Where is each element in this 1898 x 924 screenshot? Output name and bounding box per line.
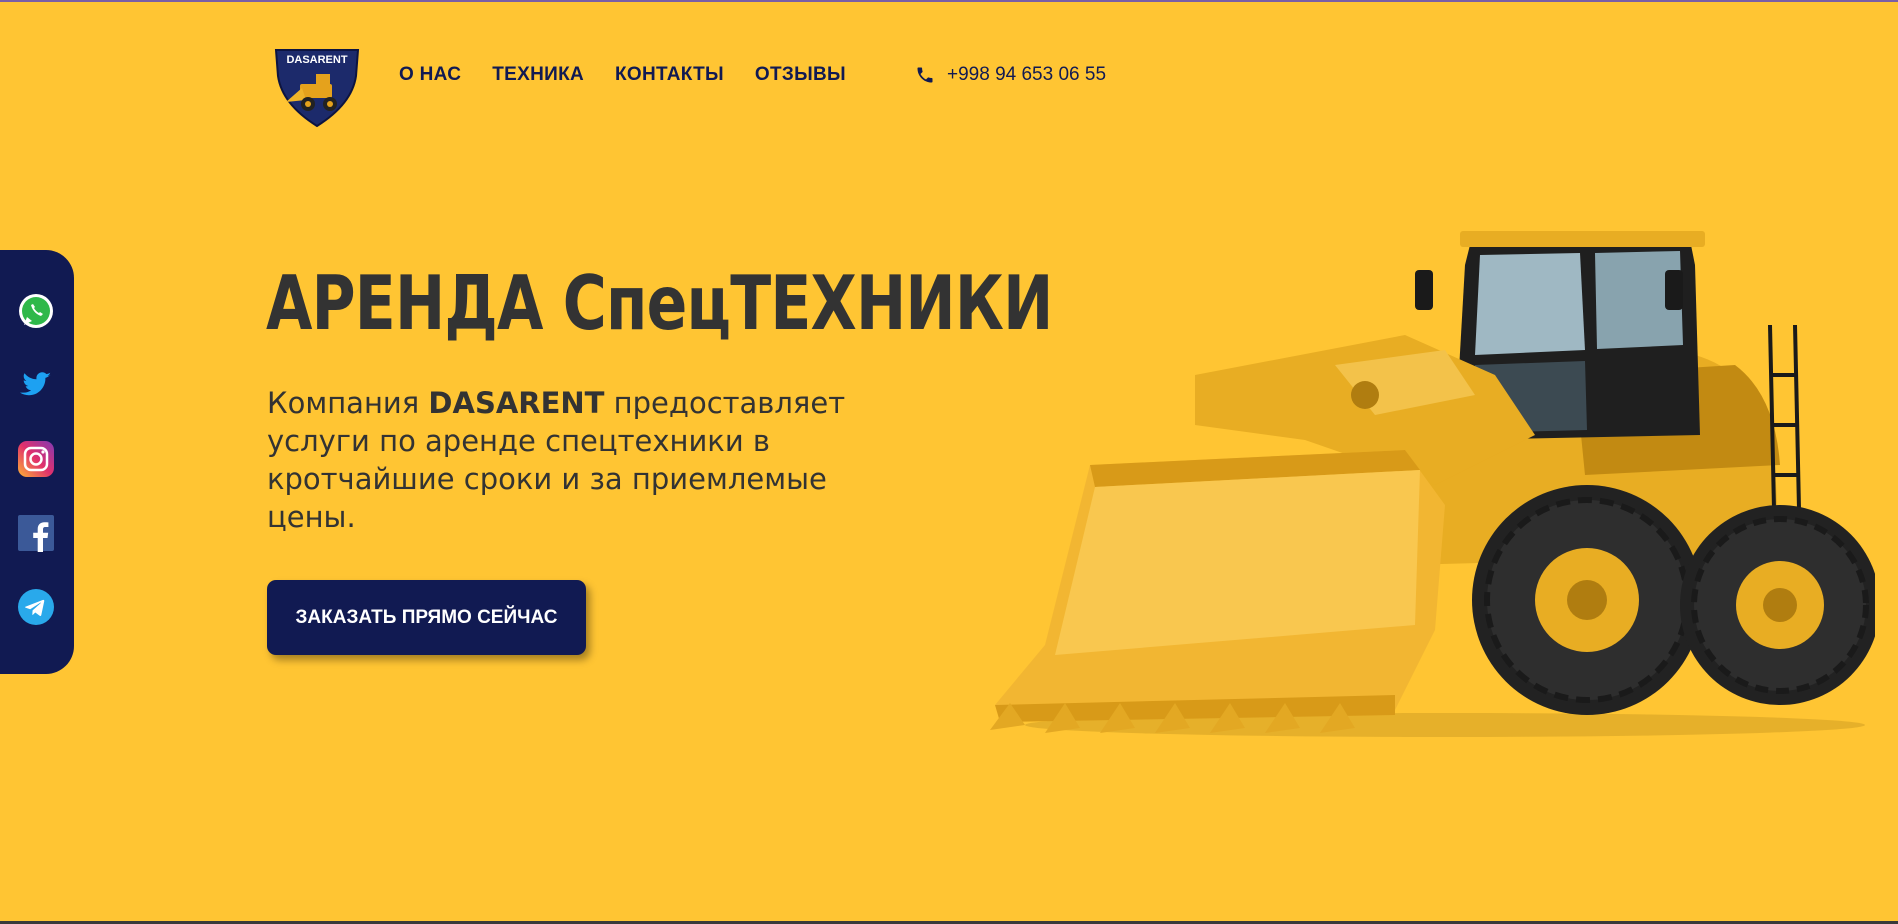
hero-text-brand: DASARENT [428, 386, 605, 420]
phone-number: +998 94 653 06 55 [947, 64, 1107, 85]
twitter-icon[interactable] [17, 366, 55, 404]
nav-reviews-link[interactable]: ОТЗЫВЫ [755, 64, 846, 86]
telegram-icon[interactable] [17, 588, 55, 626]
main-nav: О НАС ТЕХНИКА КОНТАКТЫ ОТЗЫВЫ [399, 64, 846, 86]
wheel-loader-image [990, 231, 1875, 737]
order-now-button[interactable]: ЗАКАЗАТЬ ПРЯМО СЕЙЧАС [267, 580, 586, 655]
facebook-icon[interactable] [17, 514, 55, 552]
nav-contacts-link[interactable]: КОНТАКТЫ [615, 64, 724, 86]
rear-wheel [1680, 505, 1875, 705]
hero-title: АРЕНДА СпецТЕХНИКИ [266, 259, 1053, 347]
dasarent-logo[interactable]: DASARENT [272, 46, 362, 128]
logo-text: DASARENT [286, 54, 347, 66]
instagram-icon[interactable] [17, 440, 55, 478]
phone-link[interactable]: +998 94 653 06 55 [915, 64, 1106, 86]
nav-about-link[interactable]: О НАС [399, 64, 461, 86]
nav-machinery-link[interactable]: ТЕХНИКА [492, 64, 584, 86]
whatsapp-icon[interactable] [17, 292, 55, 330]
phone-icon [917, 67, 933, 83]
front-wheel [1472, 485, 1702, 715]
hero-text-start: Компания [267, 386, 429, 420]
hero-description: Компания DASARENT предоставляет услуги п… [267, 384, 907, 536]
top-border [0, 0, 1898, 2]
social-sidebar [0, 250, 74, 674]
